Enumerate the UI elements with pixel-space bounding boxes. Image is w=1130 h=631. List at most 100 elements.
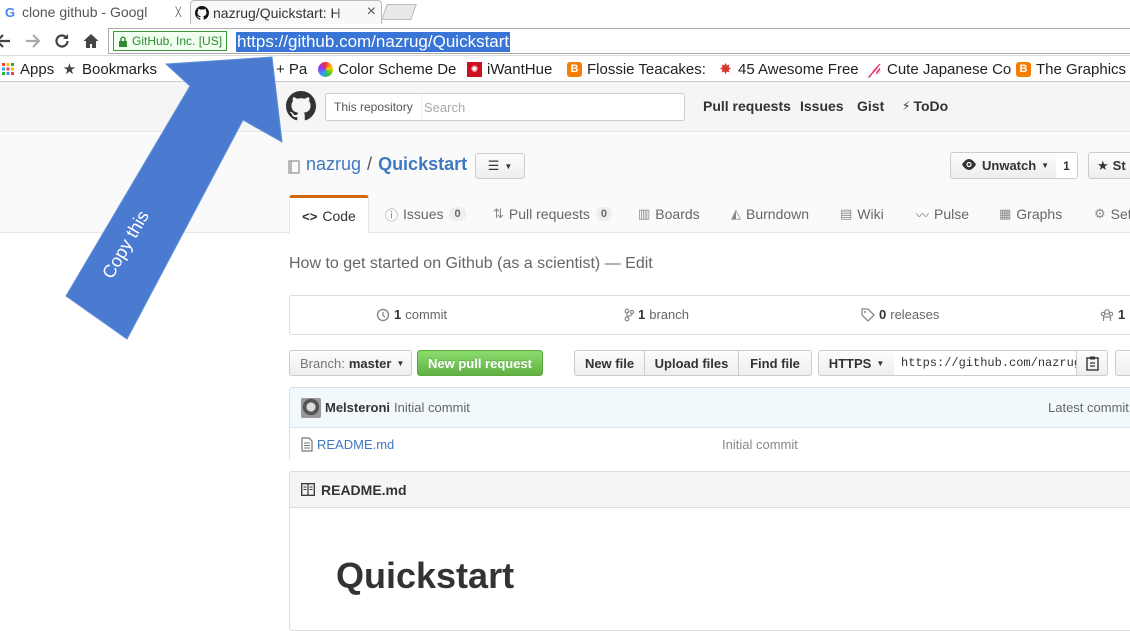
tab-burndown[interactable]: ◭ Burndown bbox=[731, 195, 809, 233]
bookmark-cute-japanese[interactable]: 𝓅 Cute Japanese Co bbox=[867, 59, 1011, 79]
tab-pulse[interactable]: 〰 Pulse bbox=[916, 195, 969, 233]
avatar[interactable] bbox=[301, 398, 321, 418]
watch-count[interactable]: 1 bbox=[1056, 152, 1078, 179]
new-tab-button[interactable] bbox=[381, 4, 417, 20]
github-logo-icon[interactable] bbox=[286, 91, 317, 121]
graph-icon: ▦ bbox=[999, 206, 1012, 221]
branch-name: master bbox=[348, 355, 392, 371]
tab-pull-requests[interactable]: ⇅ Pull requests 0 bbox=[493, 195, 612, 233]
contributors-link[interactable]: 1 bbox=[1100, 307, 1129, 322]
security-indicator[interactable]: GitHub, Inc. [US] bbox=[113, 31, 228, 51]
tab-clone-github-google[interactable]: G clone github - Googl ╳ bbox=[0, 0, 186, 24]
github-icon bbox=[195, 5, 209, 20]
latest-commit-label: Latest commit bbox=[1048, 400, 1129, 415]
repo-name-link[interactable]: Quickstart bbox=[378, 154, 467, 175]
lock-icon bbox=[118, 36, 128, 47]
pulse-icon: 〰 bbox=[916, 207, 930, 223]
tab-label: Pull requests bbox=[508, 206, 590, 222]
issue-icon: ⓘ bbox=[385, 207, 399, 223]
address-bar[interactable]: GitHub, Inc. [US] https://github.com/naz… bbox=[108, 28, 1130, 54]
iwanthue-icon: ✺ bbox=[467, 61, 482, 77]
bookmarks-bar: Apps ★ Bookmarks ❤ Color Tr + Pa Color S… bbox=[0, 56, 1130, 82]
tab-label: Set bbox=[1110, 206, 1130, 222]
commit-author[interactable]: Melsteroni bbox=[325, 400, 390, 415]
bookmark-label: + Pa bbox=[276, 60, 308, 78]
close-tab-icon[interactable]: ╳ bbox=[176, 7, 181, 18]
branches-link[interactable]: 1 branch bbox=[624, 307, 689, 322]
history-icon bbox=[376, 308, 390, 321]
bookmark-the-graphics[interactable]: B The Graphics F bbox=[1016, 59, 1130, 79]
home-icon[interactable] bbox=[80, 30, 102, 52]
bookmark-iwanthue[interactable]: ✺ iWantHue bbox=[467, 59, 552, 79]
code-icon: <> bbox=[302, 208, 318, 224]
new-pull-request-button[interactable]: New pull request bbox=[417, 350, 543, 376]
reload-icon[interactable] bbox=[51, 30, 73, 52]
copy-to-clipboard-button[interactable] bbox=[1076, 350, 1108, 376]
tab-settings[interactable]: ⚙ Set bbox=[1094, 195, 1130, 233]
branch-select-button[interactable]: Branch: master ▼ bbox=[289, 350, 412, 376]
nav-gist[interactable]: Gist bbox=[857, 98, 884, 114]
search-scope-label[interactable]: This repository bbox=[326, 94, 422, 120]
list-item: README.md Initial commit bbox=[290, 429, 1130, 461]
close-tab-icon[interactable]: × bbox=[367, 3, 376, 21]
bookmark-label: 45 Awesome Free bbox=[738, 60, 859, 78]
repo-owner-link[interactable]: nazrug bbox=[306, 154, 361, 175]
security-label: GitHub, Inc. [US] bbox=[132, 34, 223, 48]
svg-text:G: G bbox=[5, 5, 15, 19]
repo-menu-button[interactable]: ☰ ▼ bbox=[475, 153, 525, 179]
gear-icon: ⚙ bbox=[1094, 206, 1106, 221]
nav-todo-label: ToDo bbox=[913, 98, 949, 114]
clone-protocol-button[interactable]: HTTPS ▼ bbox=[818, 350, 895, 376]
bookmark-label: iWantHue bbox=[487, 60, 553, 78]
tab-code[interactable]: <> Code bbox=[289, 195, 369, 234]
bookmark-color-scheme[interactable]: Color Scheme De bbox=[318, 59, 456, 79]
bookmark-label: Apps bbox=[20, 60, 55, 78]
tag-icon bbox=[861, 307, 875, 322]
blogger-icon: B bbox=[567, 61, 582, 77]
file-link[interactable]: README.md bbox=[317, 437, 394, 452]
google-icon: G bbox=[4, 5, 18, 19]
chevron-down-icon: ▼ bbox=[1041, 161, 1050, 170]
tab-wiki[interactable]: ▤ Wiki bbox=[840, 195, 884, 233]
tab-graphs[interactable]: ▦ Graphs bbox=[999, 195, 1062, 233]
file-commit-message[interactable]: Initial commit bbox=[722, 437, 798, 452]
tab-issues[interactable]: ⓘ Issues 0 bbox=[385, 195, 466, 233]
star-label: St bbox=[1112, 158, 1126, 173]
find-file-button[interactable]: Find file bbox=[738, 350, 812, 376]
search-input[interactable] bbox=[424, 96, 674, 118]
nav-todo[interactable]: ⚡︎ ToDo bbox=[902, 98, 948, 114]
unwatch-button[interactable]: Unwatch ▼ bbox=[950, 152, 1057, 179]
repo-description: How to get started on Github (as a scien… bbox=[289, 255, 653, 272]
splat-icon: ✸ bbox=[719, 61, 732, 78]
bookmark-color-tr[interactable]: ❤ Color Tr bbox=[168, 59, 242, 79]
heart-icon: ❤ bbox=[169, 60, 182, 77]
commits-link[interactable]: 1 commit bbox=[376, 307, 447, 322]
back-arrow-icon[interactable] bbox=[0, 30, 14, 52]
star-button[interactable]: ★ St bbox=[1088, 152, 1130, 179]
nav-pull-requests[interactable]: Pull requests bbox=[703, 98, 791, 114]
tab-boards[interactable]: ▥ Boards bbox=[638, 195, 700, 233]
tab-nazrug-quickstart[interactable]: nazrug/Quickstart: H × bbox=[190, 0, 382, 24]
organization-icon bbox=[1100, 308, 1114, 321]
bookmark-label: Flossie Teacakes: bbox=[587, 60, 706, 78]
bookmark-bookmarks[interactable]: ★ Bookmarks bbox=[62, 59, 157, 79]
bookmark-45-awesome-free[interactable]: ✸ 45 Awesome Free bbox=[718, 59, 859, 79]
new-file-button[interactable]: New file bbox=[574, 350, 645, 376]
boards-icon: ▥ bbox=[638, 206, 651, 221]
bookmark-label: Color Tr bbox=[188, 60, 242, 78]
pull-requests-counter: 0 bbox=[595, 207, 612, 221]
bookmark-apps[interactable]: Apps bbox=[0, 59, 54, 79]
chevron-down-icon: ▼ bbox=[396, 358, 405, 368]
clone-url-input[interactable]: https://github.com/nazrug/Quickstart.git bbox=[894, 350, 1077, 376]
bookmark-pa[interactable]: + Pa bbox=[276, 59, 307, 79]
releases-link[interactable]: 0 releases bbox=[861, 307, 939, 322]
download-zip-button[interactable] bbox=[1115, 350, 1130, 376]
commit-message[interactable]: Initial commit bbox=[394, 400, 470, 415]
commit-tease: Melsteroni Initial commit Latest commit bbox=[290, 388, 1130, 428]
nav-issues[interactable]: Issues bbox=[800, 98, 844, 114]
bookmark-flossie-teacakes[interactable]: B Flossie Teacakes: bbox=[567, 59, 706, 79]
search-box: This repository bbox=[325, 93, 685, 121]
upload-files-button[interactable]: Upload files bbox=[644, 350, 739, 376]
url-text[interactable]: https://github.com/nazrug/Quickstart bbox=[236, 32, 511, 52]
forward-arrow-icon[interactable] bbox=[22, 30, 44, 52]
